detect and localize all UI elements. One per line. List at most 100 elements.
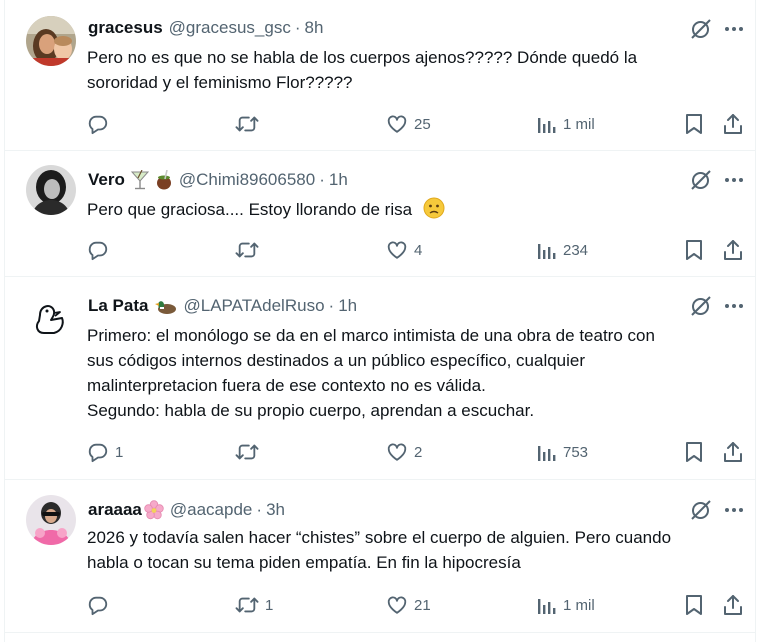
user-handle[interactable]: @Chimi89606580 (179, 170, 315, 190)
reply-button[interactable] (87, 592, 115, 618)
views-count: 753 (563, 443, 589, 461)
action-bar: 1 2 753 (5, 439, 755, 465)
share-button[interactable] (722, 439, 744, 465)
tweet-text-line: Segundo: habla de su propio cuerpo, apre… (87, 401, 535, 420)
tweet-text-line: 2026 y todavía salen hacer “chistes” sob… (87, 528, 672, 547)
tweet-text-line: habla o tocan su tema piden empatía. En … (87, 553, 521, 572)
avatar[interactable] (26, 495, 76, 545)
bookmark-button[interactable] (684, 111, 704, 137)
display-name[interactable]: gracesus (88, 18, 163, 38)
share-icon (722, 594, 744, 616)
separator: · (319, 170, 325, 189)
action-bar: 1 21 1 mil (5, 592, 755, 618)
timestamp[interactable]: 8h (305, 18, 324, 38)
grok-icon[interactable] (688, 167, 714, 193)
tweet-header: gracesus @gracesus_gsc · 8h (88, 16, 323, 40)
bookmark-button[interactable] (684, 439, 704, 465)
tweet-text: Pero no es que no se habla de los cuerpo… (87, 45, 742, 95)
tweet[interactable]: gracesus @gracesus_gsc · 8h Pero no es q… (5, 0, 755, 151)
reply-button[interactable] (87, 111, 115, 137)
views-count: 234 (563, 241, 589, 259)
tweet-text-line: Primero: el monólogo se da en el marco i… (87, 326, 655, 345)
views-icon (537, 239, 557, 261)
like-button[interactable]: 25 (386, 111, 431, 137)
reply-button[interactable] (87, 237, 115, 263)
grok-icon[interactable] (688, 16, 714, 42)
tweet-header: La Pata @LAPATAdelRuso · 1h (88, 294, 357, 318)
more-icon[interactable] (721, 497, 747, 523)
more-icon[interactable] (721, 293, 747, 319)
worried-face-emoji-icon (423, 197, 445, 226)
like-count: 2 (414, 443, 423, 461)
user-handle[interactable]: @aacapde (170, 500, 253, 520)
grok-icon[interactable] (688, 497, 714, 523)
like-button[interactable]: 21 (386, 592, 431, 618)
tweet-text: 2026 y todavía salen hacer “chistes” sob… (87, 525, 742, 575)
avatar[interactable] (26, 165, 76, 215)
grok-icon[interactable] (688, 293, 714, 319)
retweet-button[interactable] (235, 439, 265, 465)
avatar[interactable] (26, 293, 76, 343)
retweet-icon (235, 441, 259, 463)
reply-icon (87, 239, 109, 261)
tweet-text-line: malinterpretacion fuera de ese contexto … (87, 376, 486, 395)
like-button[interactable]: 2 (386, 439, 422, 465)
retweet-button[interactable]: 1 (235, 592, 273, 618)
user-handle[interactable]: @LAPATAdelRuso (183, 296, 324, 316)
retweet-icon (235, 113, 259, 135)
tweet[interactable]: Vero @Chimi89606580 · 1h Pero que gracio… (5, 151, 755, 277)
duck-emoji-icon (155, 296, 177, 316)
tweet-header: Vero @Chimi89606580 · 1h (88, 168, 348, 192)
views-button[interactable]: 234 (537, 237, 588, 263)
like-icon (386, 441, 408, 463)
timestamp[interactable]: 1h (329, 170, 348, 190)
like-icon (386, 594, 408, 616)
share-button[interactable] (722, 592, 744, 618)
like-count: 25 (414, 115, 431, 133)
bookmark-button[interactable] (684, 592, 704, 618)
like-icon (386, 239, 408, 261)
share-icon (722, 113, 744, 135)
avatar[interactable] (26, 16, 76, 66)
views-button[interactable]: 753 (537, 439, 588, 465)
bookmark-button[interactable] (684, 237, 704, 263)
retweet-button[interactable] (235, 111, 265, 137)
reply-icon (87, 594, 109, 616)
display-name[interactable]: araaaa (88, 500, 142, 520)
retweet-icon (235, 239, 259, 261)
like-count: 4 (414, 241, 423, 259)
views-count: 1 mil (563, 115, 595, 133)
reply-button[interactable]: 1 (87, 439, 123, 465)
separator: · (294, 18, 301, 37)
action-bar: 4 234 (5, 237, 755, 263)
more-icon[interactable] (721, 167, 747, 193)
views-icon (537, 594, 557, 616)
share-button[interactable] (722, 237, 744, 263)
action-bar: 25 1 mil (5, 111, 755, 137)
tweet-text-line: sus códigos internos destinados a un púb… (87, 351, 586, 370)
views-button[interactable]: 1 mil (537, 111, 595, 137)
tweet-text: Pero que graciosa.... Estoy llorando de … (87, 197, 742, 226)
retweet-count: 1 (265, 596, 274, 614)
cherry-blossom-emoji-icon (144, 500, 164, 520)
tweet-text-line: Pero no es que no se habla de los cuerpo… (87, 48, 638, 67)
display-name[interactable]: La Pata (88, 296, 148, 316)
tweet[interactable]: araaaa @aacapde · 3h 2026 y todavía sale… (5, 480, 755, 633)
tweet[interactable]: La Pata @LAPATAdelRuso · 1h Primero: el … (5, 277, 755, 480)
reply-icon (87, 441, 109, 463)
like-button[interactable]: 4 (386, 237, 422, 263)
separator: · (328, 296, 335, 315)
user-handle[interactable]: @gracesus_gsc (169, 18, 291, 38)
share-button[interactable] (722, 111, 744, 137)
retweet-button[interactable] (235, 237, 265, 263)
display-name[interactable]: Vero (88, 170, 125, 190)
more-icon[interactable] (721, 16, 747, 42)
views-count: 1 mil (563, 596, 595, 614)
timestamp[interactable]: 3h (266, 500, 285, 520)
separator: · (256, 500, 263, 519)
timestamp[interactable]: 1h (338, 296, 357, 316)
views-button[interactable]: 1 mil (537, 592, 595, 618)
like-icon (386, 113, 408, 135)
views-icon (537, 113, 557, 135)
bookmark-icon (684, 113, 704, 135)
